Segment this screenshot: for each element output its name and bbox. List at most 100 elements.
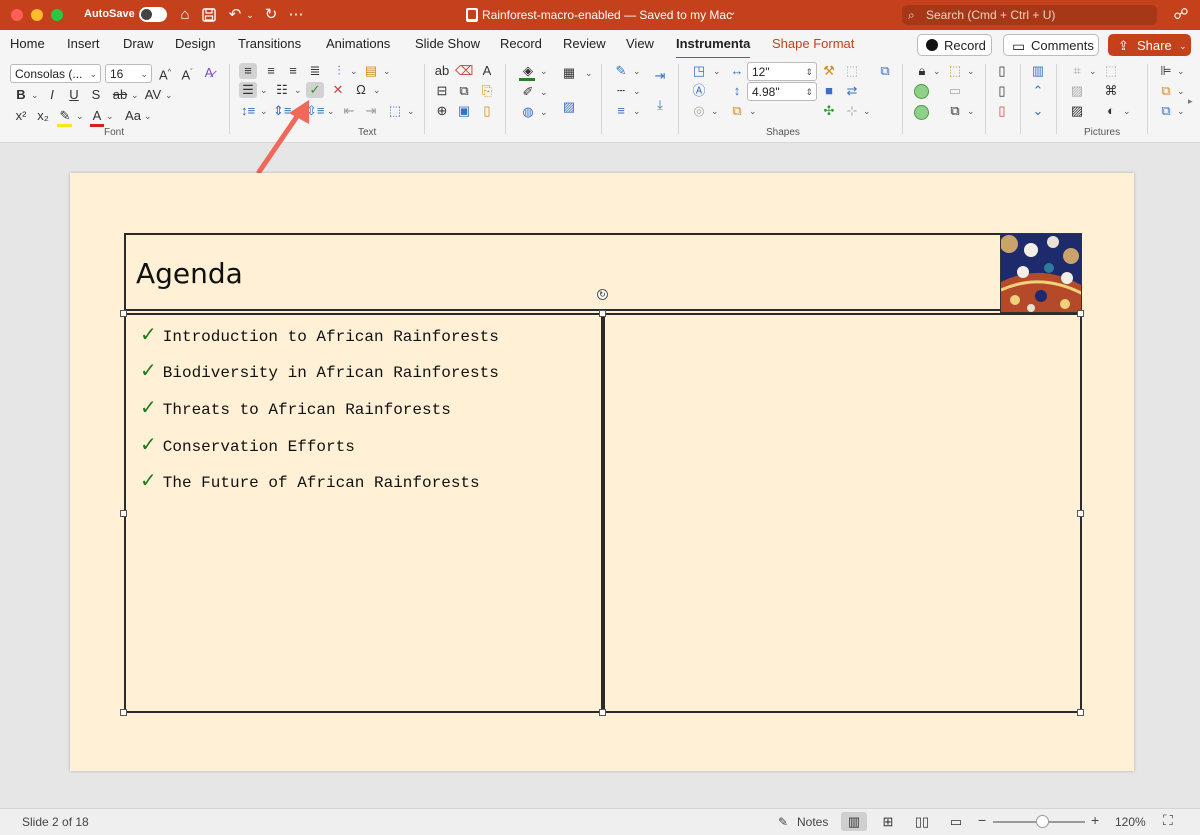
resize-handle[interactable] [120,510,127,517]
replace-font-icon[interactable]: A [478,63,496,79]
outline-color-icon[interactable]: ✎ [612,63,630,79]
increase-font-size-icon[interactable]: A^ [156,65,174,82]
arrange-dropdown-icon[interactable]: ⌄ [1177,86,1185,97]
font-color-icon[interactable]: A [88,108,106,124]
bold-icon[interactable]: B [12,87,30,103]
columns-dropdown-icon[interactable]: ⌄ [350,66,358,77]
crop-icon[interactable]: ⌗ [1068,63,1086,79]
account-icon[interactable]: ☍ [1172,5,1190,25]
title-chevron-down-icon[interactable]: ⌄ [728,7,736,18]
font-size-select[interactable]: 16 ⌄ [105,64,152,83]
zoom-out-icon[interactable]: − [978,812,986,828]
align-right-icon[interactable]: ≡ [284,63,302,79]
compress-picture-icon[interactable]: ⌘ [1102,83,1120,99]
justify-icon[interactable]: ≣ [306,63,324,79]
resize-handle[interactable] [599,310,606,317]
fill-color-dropdown-icon[interactable]: ⌄ [540,66,548,77]
agenda-item[interactable]: ✓ Introduction to African Rainforests [140,322,499,346]
title-placeholder[interactable] [124,233,1002,311]
paste-format-dropdown-icon[interactable]: ⌄ [383,66,391,77]
copy-format-icon[interactable]: ⧉ [455,83,473,99]
dash-style-dropdown-icon[interactable]: ⌄ [633,86,641,97]
agenda-item[interactable]: ✓ The Future of African Rainforests [140,468,480,492]
align-objects-icon[interactable]: ⊟ [433,83,451,99]
normal-view-icon[interactable]: ▥ [841,812,867,831]
fill-color-icon[interactable]: ◈ [519,63,537,79]
tab-record[interactable]: Record [500,36,542,51]
distribute-icon[interactable]: ⊹ [843,103,861,119]
align-left-icon[interactable]: ≡ [239,63,257,79]
record-button[interactable]: Record [917,34,992,56]
green-circle-icon[interactable] [914,84,929,99]
add-slide-icon[interactable]: ⊕ [433,103,451,119]
shape-effects-icon[interactable]: ◍ [519,104,537,120]
tab-design[interactable]: Design [175,36,215,51]
tag-icon[interactable]: ▭ [946,83,964,99]
green-circle-icon[interactable] [914,105,929,120]
zoom-level[interactable]: 120% [1115,815,1146,829]
font-color-dropdown-icon[interactable]: ⌄ [106,111,114,122]
line-weight-dropdown-icon[interactable]: ⌄ [633,106,641,117]
agenda-item[interactable]: ✓ Threats to African Rainforests [140,395,451,419]
select-icon[interactable]: ⬚ [946,63,964,79]
tab-view[interactable]: View [626,36,654,51]
strikethrough-dropdown-icon[interactable]: ⌄ [131,90,139,101]
copy-slide-icon[interactable]: ▯ [993,63,1011,79]
character-spacing-icon[interactable]: AV [144,87,162,103]
gradient-icon[interactable]: ▦ [560,65,578,81]
merge-shapes-dropdown-icon[interactable]: ⌄ [711,106,719,117]
minimize-window-button[interactable] [31,9,43,21]
decrease-indent-icon[interactable]: ⇤ [340,103,358,119]
dash-style-icon[interactable]: ┄ [612,83,630,99]
table-icon[interactable]: ▥ [1029,63,1047,79]
shape-width-input[interactable]: 12" ⇕ [747,62,817,81]
agenda-item[interactable]: ✓ Biodiversity in African Rainforests [140,358,499,382]
shape-fill-solid-icon[interactable]: ■ [820,83,838,99]
picture-icon[interactable]: ▨ [1068,83,1086,99]
spacing-before-dropdown-icon[interactable]: ⌄ [327,106,335,117]
highlight-icon[interactable]: ✎ [56,108,74,124]
picture-fill-icon[interactable]: ▨ [560,99,578,115]
shape-height-input[interactable]: 4.98" ⇕ [747,82,817,101]
resize-handle[interactable] [1077,310,1084,317]
align-center-icon[interactable]: ≡ [262,63,280,79]
shape-dropdown-icon[interactable]: ⌄ [713,66,721,77]
strikethrough-s-icon[interactable]: S [87,87,105,103]
line-weight-icon[interactable]: ≡ [612,103,630,119]
picture-effects-dropdown-icon[interactable]: ⌄ [1123,106,1131,117]
save-icon[interactable] [200,5,218,25]
arrow-end-icon[interactable]: ⤓ [651,97,669,113]
content-placeholder-right[interactable] [603,313,1082,713]
chevron-up-icon[interactable]: ⌃ [1029,83,1047,99]
group-dropdown-icon[interactable]: ⌄ [967,106,975,117]
zoom-window-button[interactable] [51,9,63,21]
clear-formatting-icon[interactable]: A̷ [200,65,218,81]
strikethrough-icon[interactable]: ab [111,87,129,103]
tab-review[interactable]: Review [563,36,606,51]
resize-handle[interactable] [599,709,606,716]
character-spacing-dropdown-icon[interactable]: ⌄ [165,90,173,101]
distribute-dropdown-icon[interactable]: ⌄ [1177,106,1185,117]
close-window-button[interactable] [11,9,23,21]
superscript-icon[interactable]: x² [12,108,30,124]
comments-button[interactable]: ▭ Comments [1003,34,1099,56]
change-case-dropdown-icon[interactable]: ⌄ [144,111,152,122]
spelling-icon[interactable]: ab [433,63,451,79]
merge-shapes-icon[interactable]: ◎ [690,103,708,119]
cross-bullet-icon[interactable]: ✕ [329,82,347,98]
reading-view-icon[interactable]: ▯▯ [909,812,935,831]
resize-handle[interactable] [1077,510,1084,517]
arrow-start-icon[interactable]: ⇥ [651,68,669,84]
swap-shapes-icon[interactable]: ⇄ [843,83,861,99]
italic-icon[interactable]: I [43,87,61,103]
bring-forward-icon[interactable]: ⧉ [876,63,894,79]
rotate-handle-icon[interactable]: ↻ [597,289,608,300]
font-name-select[interactable]: Consolas (... ⌄ [10,64,101,83]
chevron-down-icon[interactable]: ⌄ [1029,103,1047,119]
highlight-dropdown-icon[interactable]: ⌄ [76,111,84,122]
underline-icon[interactable]: U [65,87,83,103]
align-left-objects-icon[interactable]: ⊫ [1157,63,1175,79]
copy-to-slide-icon[interactable]: ▯ [993,83,1011,99]
tab-animations[interactable]: Animations [326,36,390,51]
tab-home[interactable]: Home [10,36,45,51]
